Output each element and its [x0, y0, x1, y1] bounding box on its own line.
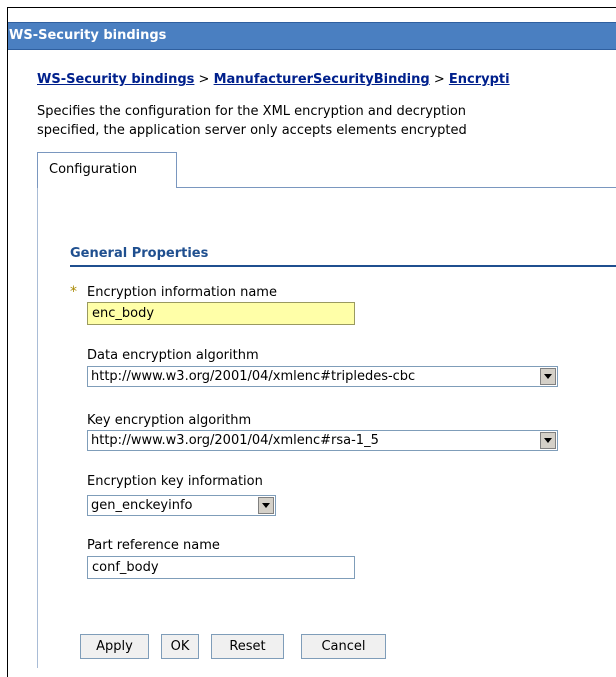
- chevron-down-icon[interactable]: [540, 432, 556, 449]
- section-divider: [70, 265, 616, 267]
- data-encryption-algorithm-label: Data encryption algorithm: [87, 348, 259, 363]
- ok-button[interactable]: OK: [161, 634, 199, 659]
- tab-configuration[interactable]: Configuration: [37, 152, 177, 188]
- description-line-2: specified, the application server only a…: [37, 123, 467, 138]
- breadcrumb-separator: >: [433, 72, 445, 87]
- breadcrumb-ws-security-bindings[interactable]: WS-Security bindings: [37, 72, 194, 87]
- chevron-down-icon[interactable]: [258, 497, 274, 514]
- encryption-info-name-input[interactable]: [87, 302, 355, 325]
- data-encryption-algorithm-value: http://www.w3.org/2001/04/xmlenc#tripled…: [91, 369, 416, 384]
- key-encryption-algorithm-select[interactable]: http://www.w3.org/2001/04/xmlenc#rsa-1_5: [87, 430, 558, 451]
- chevron-down-icon[interactable]: [540, 368, 556, 385]
- breadcrumb: WS-Security bindings > ManufacturerSecur…: [37, 72, 510, 87]
- part-reference-name-input[interactable]: [87, 556, 355, 579]
- data-encryption-algorithm-select[interactable]: http://www.w3.org/2001/04/xmlenc#tripled…: [87, 366, 558, 387]
- asterisk-icon: *: [70, 284, 77, 300]
- description-line-1: Specifies the configuration for the XML …: [37, 104, 467, 119]
- reset-button[interactable]: Reset: [211, 634, 284, 659]
- part-reference-name-label: Part reference name: [87, 538, 220, 553]
- apply-button[interactable]: Apply: [80, 634, 149, 659]
- encryption-key-info-select[interactable]: gen_enckeyinfo: [87, 495, 276, 516]
- breadcrumb-encryption[interactable]: Encrypti: [449, 72, 510, 87]
- panel-border: [37, 188, 38, 668]
- encryption-key-info-value: gen_enckeyinfo: [91, 498, 193, 513]
- key-encryption-algorithm-label: Key encryption algorithm: [87, 413, 252, 428]
- key-encryption-algorithm-value: http://www.w3.org/2001/04/xmlenc#rsa-1_5: [91, 433, 379, 448]
- encryption-info-name-label: Encryption information name: [87, 285, 277, 300]
- page-description: Specifies the configuration for the XML …: [37, 102, 467, 140]
- breadcrumb-separator: >: [198, 72, 210, 87]
- cancel-button[interactable]: Cancel: [301, 634, 386, 659]
- section-title: General Properties: [70, 246, 209, 261]
- window-title: WS-Security bindings: [8, 22, 616, 50]
- portlet-frame: WS-Security bindings WS-Security binding…: [7, 7, 616, 677]
- breadcrumb-manufacturer-security-binding[interactable]: ManufacturerSecurityBinding: [214, 72, 430, 87]
- encryption-key-info-label: Encryption key information: [87, 474, 263, 489]
